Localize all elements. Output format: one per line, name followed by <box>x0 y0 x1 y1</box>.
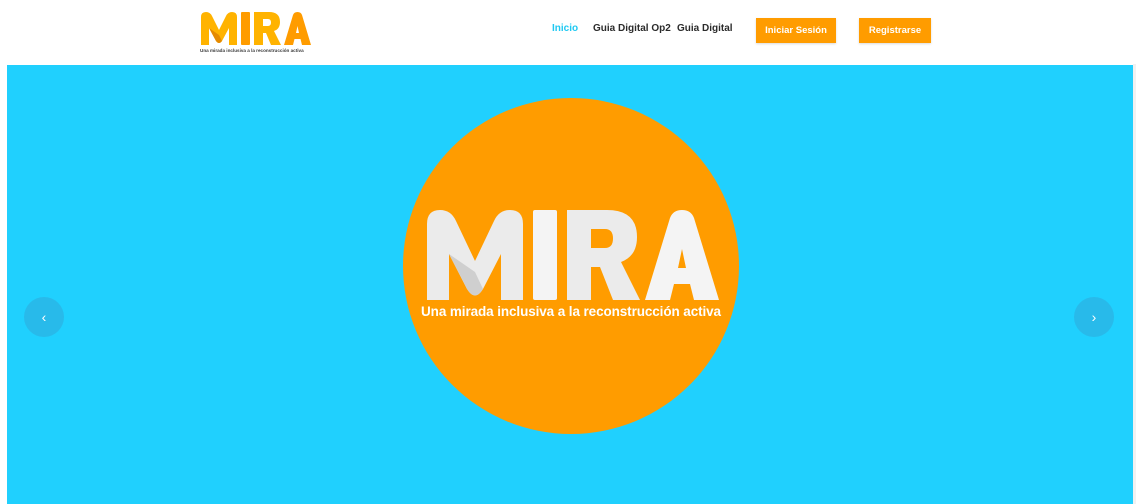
slider-prev-button[interactable]: ‹ <box>24 297 64 337</box>
nav-link-guia-digital[interactable]: Guia Digital <box>677 23 733 34</box>
site-logo[interactable]: Una mirada inclusiva a la reconstrucción… <box>199 9 319 55</box>
nav-link-guia-digital-op2[interactable]: Guia Digital Op2 <box>593 23 671 34</box>
hero-tagline: Una mirada inclusiva a la reconstrucción… <box>421 304 721 319</box>
register-button[interactable]: Registrarse <box>859 18 931 43</box>
logo-tagline: Una mirada inclusiva a la reconstrucción… <box>200 48 304 53</box>
site-header: Una mirada inclusiva a la reconstrucción… <box>0 0 1136 64</box>
login-button[interactable]: Iniciar Sesión <box>756 18 836 43</box>
chevron-left-icon: ‹ <box>41 309 47 325</box>
hero-slider: Una mirada inclusiva a la reconstrucción… <box>7 65 1133 504</box>
hero-wordmark <box>423 206 719 307</box>
logo-wordmark <box>199 9 311 45</box>
logo-mira-svg <box>201 12 311 45</box>
page: Una mirada inclusiva a la reconstrucción… <box>0 0 1136 504</box>
slider-next-button[interactable]: › <box>1074 297 1114 337</box>
nav-link-inicio[interactable]: Inicio <box>552 23 578 34</box>
hero-circle: Una mirada inclusiva a la reconstrucción… <box>403 98 739 434</box>
page-left-gutter <box>0 65 7 504</box>
hero-mira-svg <box>427 210 719 300</box>
chevron-right-icon: › <box>1091 309 1097 325</box>
